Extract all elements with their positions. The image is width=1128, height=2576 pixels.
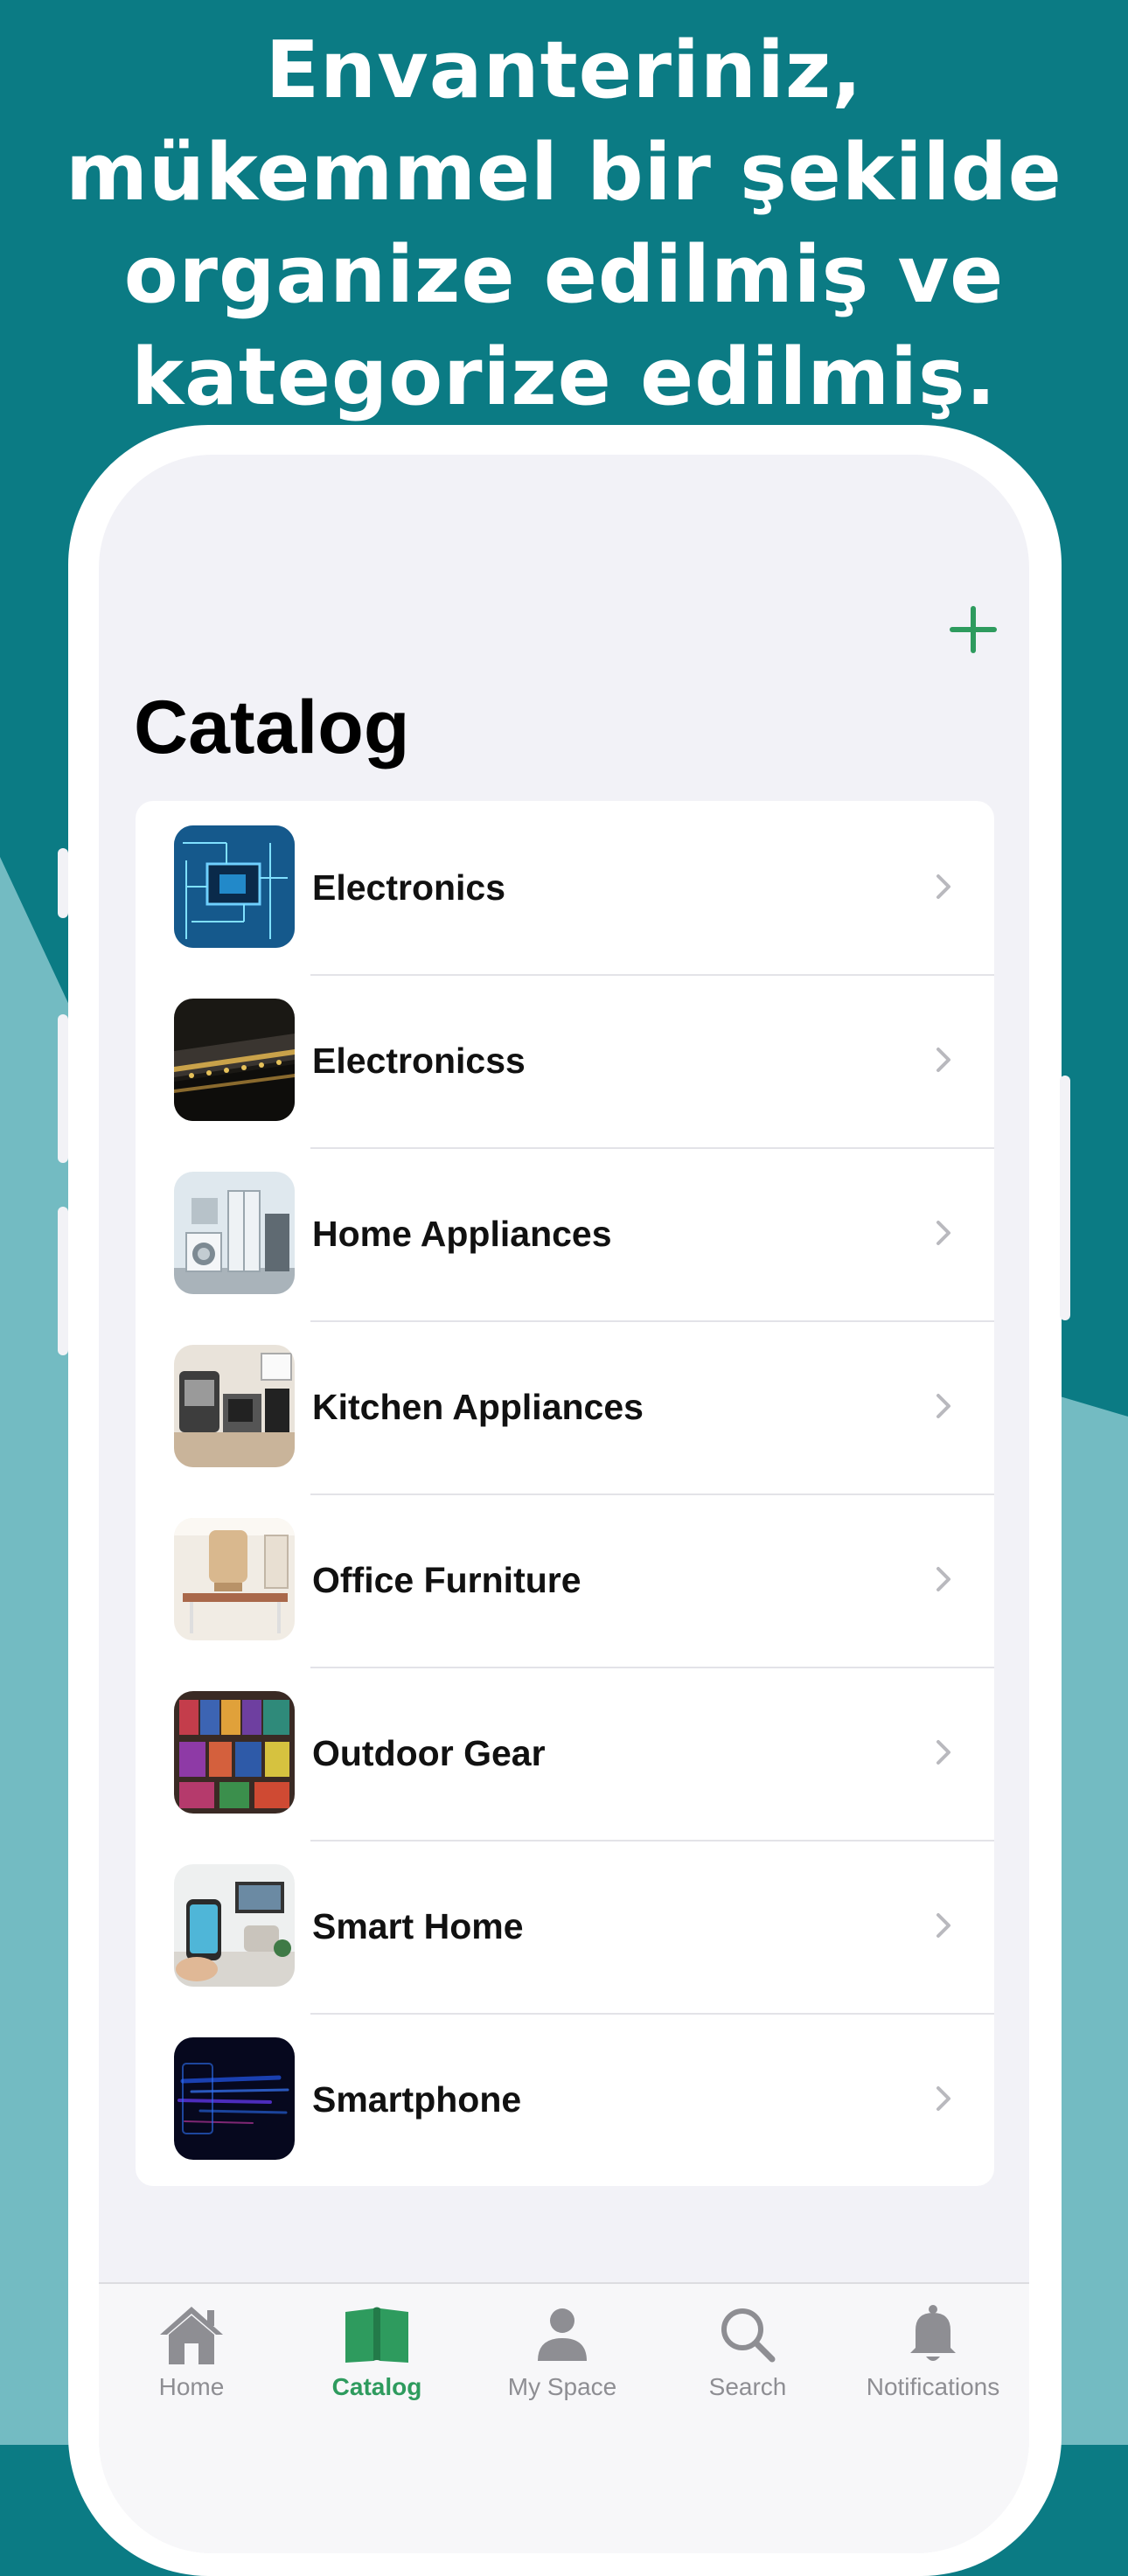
- phone-volume-up-button: [58, 1014, 68, 1163]
- tab-notifications[interactable]: Notifications: [840, 2284, 1026, 2450]
- phone-power-button: [1060, 1076, 1070, 1320]
- plus-icon: [950, 606, 997, 653]
- marketing-headline: Envanteriniz, mükemmel bir şekilde organ…: [52, 19, 1076, 428]
- tab-label: My Space: [507, 2373, 617, 2400]
- phone-volume-down-button: [58, 1207, 68, 1355]
- list-item-label: Kitchen Appliances: [312, 1387, 644, 1427]
- tab-label: Notifications: [866, 2373, 1000, 2400]
- tab-my-space[interactable]: My Space: [470, 2284, 655, 2450]
- list-item-label: Smartphone: [312, 2079, 522, 2120]
- list-item-label: Home Appliances: [312, 1214, 612, 1254]
- home-appliances-thumbnail: [174, 1172, 295, 1294]
- list-item-label: Office Furniture: [312, 1560, 581, 1600]
- tab-label: Catalog: [331, 2373, 422, 2400]
- list-item-smartphone[interactable]: Smartphone: [136, 2013, 994, 2186]
- headline-line-1: Envanteriniz,: [265, 24, 863, 116]
- bell-icon: [840, 2301, 1026, 2368]
- magnifier-icon: [655, 2301, 840, 2368]
- smartphone-thumbnail: [174, 2037, 295, 2160]
- chevron-right-icon: [937, 1567, 950, 1591]
- list-item-office-furniture[interactable]: Office Furniture: [136, 1493, 994, 1667]
- list-item-smart-home[interactable]: Smart Home: [136, 1840, 994, 2013]
- list-item-label: Electronicss: [312, 1041, 526, 1081]
- headline-line-4: kategorize edilmiş.: [131, 331, 997, 423]
- chevron-right-icon: [937, 1913, 950, 1938]
- catalog-list: Electronics Electronicss Home Appliances…: [136, 801, 994, 2186]
- tab-home[interactable]: Home: [99, 2284, 284, 2450]
- tab-catalog[interactable]: Catalog: [284, 2284, 470, 2450]
- outdoor-gear-thumbnail: [174, 1691, 295, 1814]
- chevron-right-icon: [937, 1221, 950, 1245]
- chevron-right-icon: [937, 2086, 950, 2111]
- headline-line-2: mükemmel bir şekilde: [66, 127, 1062, 219]
- app-screen: Catalog Electronics Electronicss Home Ap…: [99, 455, 1029, 2553]
- list-item-label: Smart Home: [312, 1906, 524, 1946]
- phone-side-button: [58, 848, 68, 918]
- smart-home-thumbnail: [174, 1864, 295, 1987]
- tab-label: Home: [158, 2373, 225, 2400]
- page-title: Catalog: [134, 686, 410, 769]
- headline-line-3: organize edilmiş ve: [123, 229, 1005, 321]
- kitchen-appliances-thumbnail: [174, 1345, 295, 1467]
- list-item-label: Outdoor Gear: [312, 1733, 546, 1773]
- person-icon: [470, 2301, 655, 2368]
- book-icon: [284, 2301, 470, 2368]
- tab-label: Search: [708, 2373, 787, 2400]
- add-button[interactable]: [938, 595, 1008, 665]
- tab-search[interactable]: Search: [655, 2284, 840, 2450]
- office-furniture-thumbnail: [174, 1518, 295, 1640]
- circuit-board-thumbnail: [174, 825, 295, 948]
- list-item-label: Electronics: [312, 867, 506, 908]
- chevron-right-icon: [937, 1740, 950, 1765]
- list-item-kitchen-appliances[interactable]: Kitchen Appliances: [136, 1320, 994, 1493]
- list-item-electronicss[interactable]: Electronicss: [136, 974, 994, 1147]
- electronics-panel-thumbnail: [174, 999, 295, 1121]
- chevron-right-icon: [937, 1048, 950, 1072]
- list-item-outdoor-gear[interactable]: Outdoor Gear: [136, 1667, 994, 1840]
- house-icon: [99, 2301, 284, 2368]
- chevron-right-icon: [937, 874, 950, 899]
- list-item-electronics[interactable]: Electronics: [136, 801, 994, 974]
- tab-bar: Home Catalog My Space Search Notificatio…: [99, 2282, 1029, 2553]
- chevron-right-icon: [937, 1394, 950, 1418]
- list-item-home-appliances[interactable]: Home Appliances: [136, 1147, 994, 1320]
